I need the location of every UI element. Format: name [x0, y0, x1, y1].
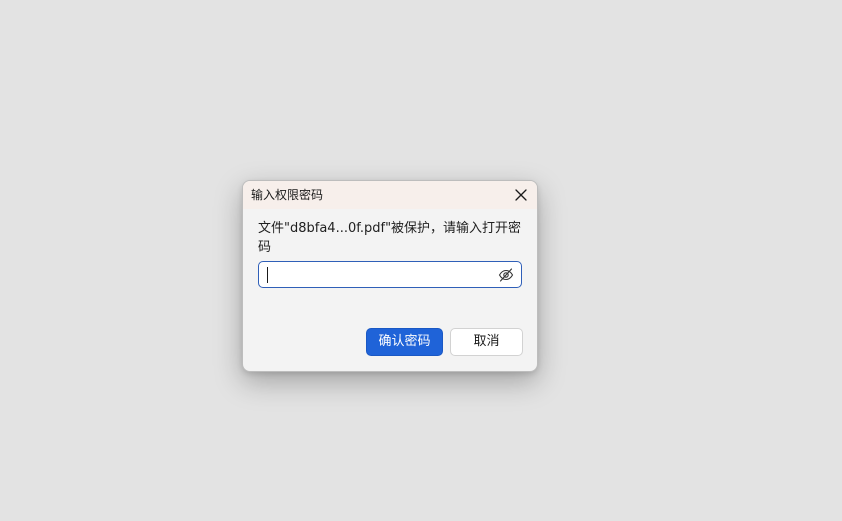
dialog-titlebar: 输入权限密码 [243, 181, 537, 209]
dialog-message: 文件"d8bfa4...0f.pdf"被保护，请输入打开密码 [258, 221, 522, 255]
password-field[interactable] [258, 261, 522, 288]
password-input[interactable] [267, 265, 487, 284]
password-dialog: 输入权限密码 文件"d8bfa4...0f.pdf"被保护，请输入打开密码 确认… [242, 180, 538, 372]
text-caret [267, 267, 268, 283]
cancel-button[interactable]: 取消 [450, 328, 523, 356]
eye-slash-icon [498, 268, 514, 282]
dialog-title: 输入权限密码 [251, 188, 324, 202]
visibility-toggle-button[interactable] [497, 266, 515, 284]
close-button[interactable] [509, 183, 533, 207]
close-icon [515, 189, 527, 201]
confirm-password-button[interactable]: 确认密码 [366, 328, 443, 356]
